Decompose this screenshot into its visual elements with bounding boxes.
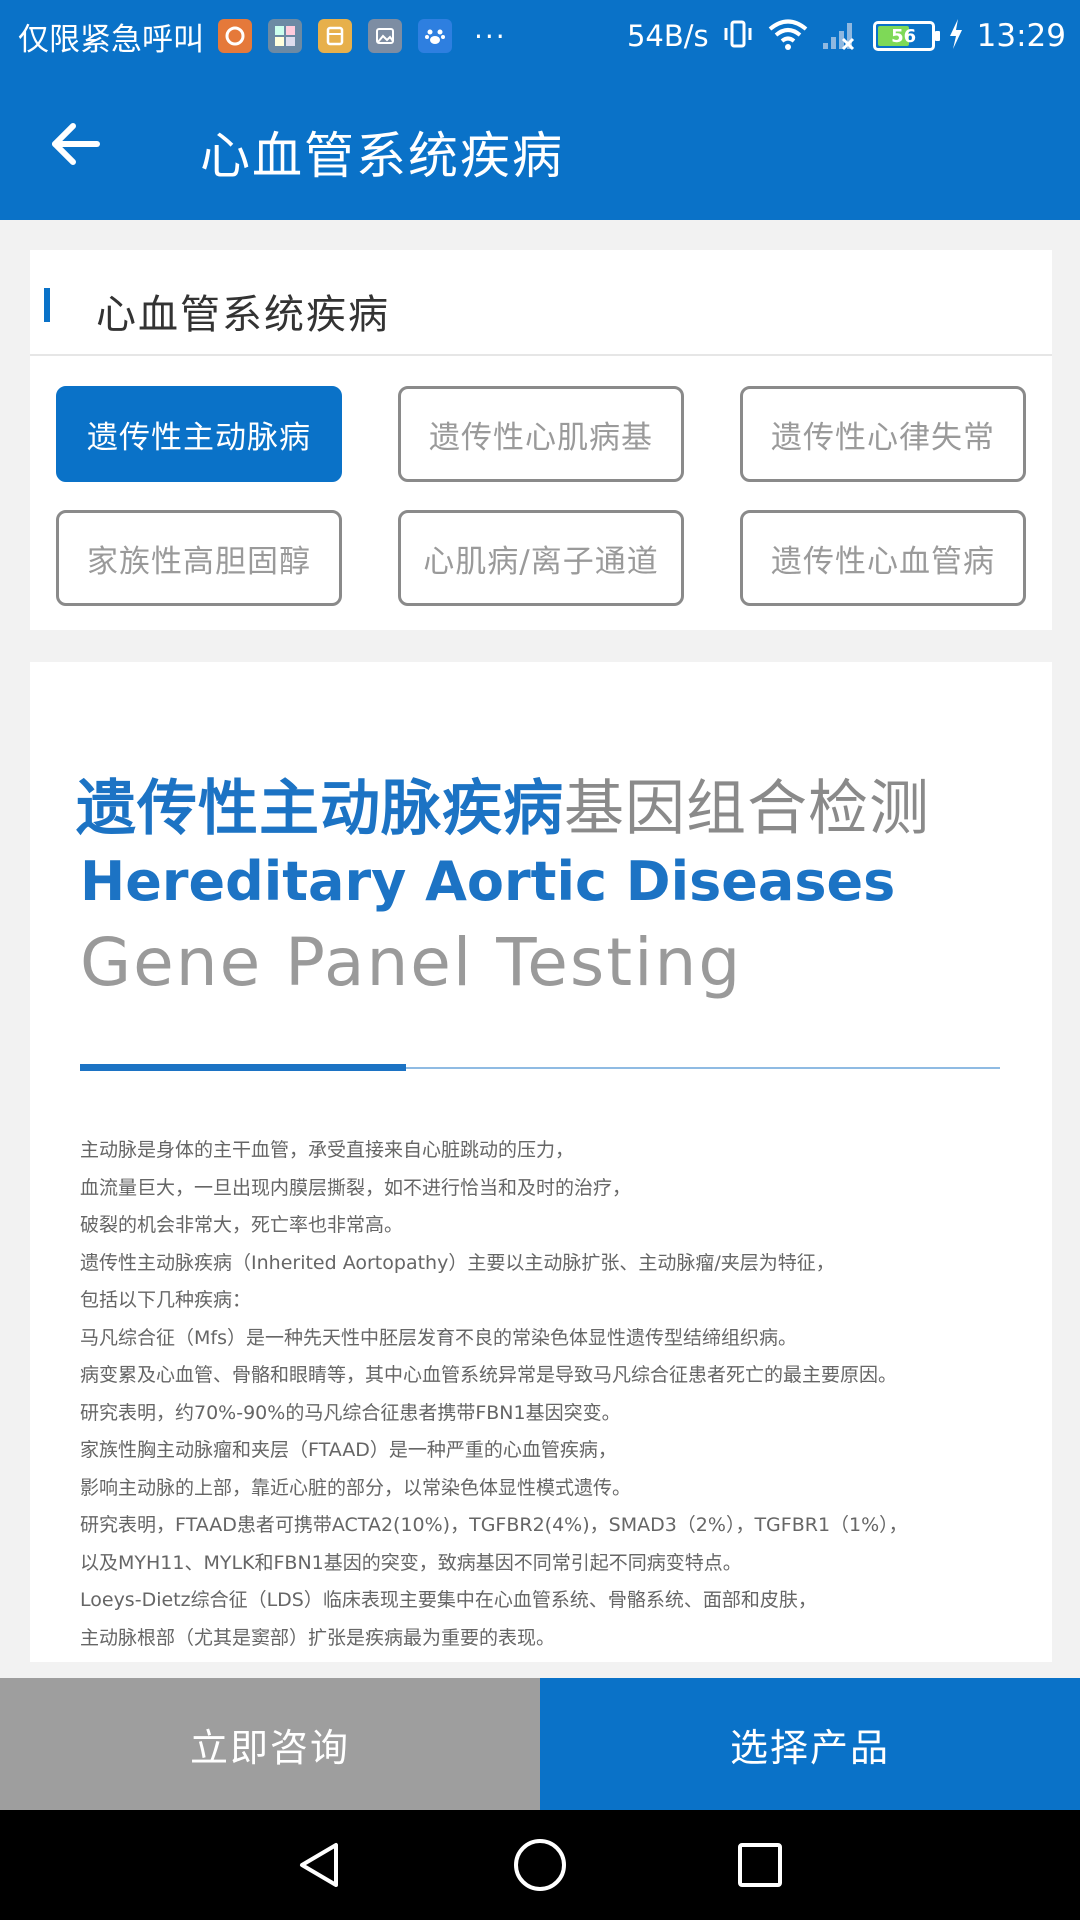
paragraph-line: 病变累及心血管、骨骼和眼睛等，其中心血管系统异常是导致马凡综合征患者死亡的最主要… (80, 1364, 898, 1386)
section-accent-bar (44, 288, 50, 322)
headline-cn-rest: 基因组合检测 (564, 774, 930, 844)
paragraph-line: 研究表明，约70%-90%的马凡综合征患者携带FBN1基因突变。 (80, 1401, 621, 1424)
battery-icon: 56 (872, 21, 940, 51)
paragraph-line: 主动脉根部（尤其是窦部）扩张是疾病最为重要的表现。 (80, 1626, 556, 1649)
chip-ion-channel[interactable]: 心肌病/离子通道 (398, 510, 684, 606)
net-speed: 54B/s (626, 19, 709, 53)
paragraph-line: 研究表明，FTAAD患者可携带ACTA2(10%)，TGFBR2(4%)，SMA… (80, 1514, 908, 1536)
category-card: 心血管系统疾病 遗传性主动脉病 遗传性心肌病基 遗传性心律失常 家族性高胆固醇 … (30, 250, 1052, 630)
paragraph-line: 破裂的机会非常大，死亡率也非常高。 (80, 1214, 404, 1236)
bottom-action-bar: 立即咨询 选择产品 (0, 1678, 1080, 1810)
paragraph-line: 马凡综合征（Mfs）是一种先天性中胚层发育不良的常染色体显性遗传型结缔组织病。 (80, 1326, 797, 1349)
system-nav-bar (0, 1810, 1080, 1920)
headline-cn-bold: 遗传性主动脉疾病 (76, 774, 564, 844)
clock: 13:29 (976, 18, 1066, 54)
headline-english-1: Hereditary Aortic Diseases (80, 850, 896, 913)
chip-hereditary-aortic[interactable]: 遗传性主动脉病 (56, 386, 342, 482)
paragraph-line: 血流量巨大，一旦出现内膜层撕裂，如不进行恰当和及时的治疗， (80, 1176, 632, 1199)
chip-hereditary-cardiovascular[interactable]: 遗传性心血管病 (740, 510, 1026, 606)
paragraph-line: 主动脉是身体的主干血管，承受直接来自心脏跳动的压力， (80, 1139, 575, 1161)
consult-now-button[interactable]: 立即咨询 (0, 1678, 540, 1810)
divider-accent (80, 1064, 406, 1071)
select-product-button[interactable]: 选择产品 (540, 1678, 1080, 1810)
signal-icon (821, 17, 861, 55)
paragraph-line: 家族性胸主动脉瘤和夹层（FTAAD）是一种严重的心血管疾病， (80, 1439, 617, 1461)
status-bar: 仅限紧急呼叫 ··· 54B/s 56 13:29 (0, 0, 1080, 70)
nav-back-button[interactable] (280, 1830, 360, 1900)
charging-icon (947, 17, 965, 55)
vibrate-icon (721, 17, 755, 55)
carrier-text: 仅限紧急呼叫 (18, 21, 204, 58)
image-icon (368, 19, 402, 53)
paragraph-line: 以及MYH11、MYLK和FBN1基因的突变，致病基因不同常引起不同病变特点。 (80, 1551, 742, 1574)
paragraph-line: 遗传性主动脉疾病（Inherited Aortopathy）主要以主动脉扩张、主… (80, 1251, 835, 1274)
page-title: 心血管系统疾病 (200, 127, 564, 185)
arrow-left-icon (52, 123, 100, 165)
paragraph-line: 影响主动脉的上部，靠近心脏的部分，以常染色体显性模式遗传。 (80, 1476, 632, 1499)
back-button[interactable] (44, 112, 108, 176)
battery-level: 56 (891, 25, 917, 47)
uc-browser-icon (218, 19, 252, 53)
divider (30, 354, 1052, 356)
chip-hereditary-arrhythmia[interactable]: 遗传性心律失常 (740, 386, 1026, 482)
description-text: 主动脉是身体的主干血管，承受直接来自心脏跳动的压力， 血流量巨大，一旦出现内膜层… (80, 1132, 1040, 1657)
triangle-back-icon (300, 1843, 338, 1887)
paragraph-line: 包括以下几种疾病： (80, 1289, 252, 1311)
wifi-icon (767, 17, 809, 55)
gallery-app-icon (268, 19, 302, 53)
section-title: 心血管系统疾病 (96, 292, 390, 338)
chip-familial-cholesterol[interactable]: 家族性高胆固醇 (56, 510, 342, 606)
headline-chinese: 遗传性主动脉疾病基因组合检测 (76, 760, 930, 847)
status-right: 54B/s 56 13:29 (627, 14, 1066, 58)
circle-home-icon (514, 1839, 566, 1891)
baidu-icon (418, 19, 452, 53)
chip-hereditary-cardiomyopathy[interactable]: 遗传性心肌病基 (398, 386, 684, 482)
status-left: 仅限紧急呼叫 ··· (18, 14, 507, 58)
paragraph-line: Loeys-Dietz综合征（LDS）临床表现主要集中在心血管系统、骨骼系统、面… (80, 1589, 817, 1611)
nav-recents-button[interactable] (720, 1830, 800, 1900)
square-recents-icon (738, 1843, 782, 1887)
product-detail-card: 遗传性主动脉疾病基因组合检测 Hereditary Aortic Disease… (30, 662, 1052, 1662)
overflow-indicator: ··· (474, 19, 507, 53)
app-bar: 仅限紧急呼叫 ··· 54B/s 56 13:29 心血管系统疾病 (0, 0, 1080, 220)
nav-home-button[interactable] (500, 1830, 580, 1900)
file-manager-icon (318, 19, 352, 53)
headline-english-2: Gene Panel Testing (80, 924, 743, 1001)
